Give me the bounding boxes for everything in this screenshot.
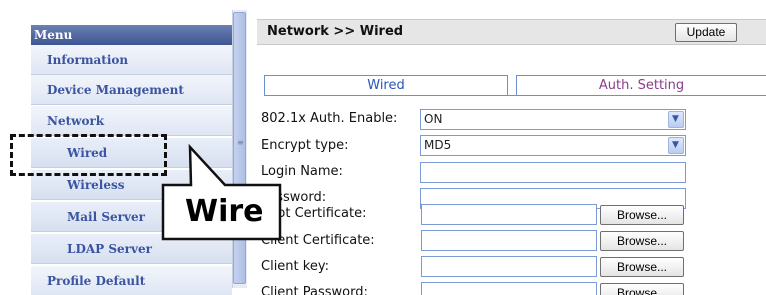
root-certificate-browse-button[interactable]: Browse...	[600, 205, 684, 225]
tab-bar: Wired Auth. Setting	[264, 75, 766, 95]
client-password-label: Client Password:	[261, 285, 368, 295]
update-button[interactable]: Update	[675, 23, 737, 42]
auth-enable-label: 802.1x Auth. Enable:	[261, 111, 398, 126]
encrypt-type-value: MD5	[424, 138, 452, 152]
encrypt-type-select[interactable]: MD5 ▼	[420, 135, 686, 156]
scroll-thumb[interactable]	[233, 12, 246, 284]
client-password-path[interactable]	[421, 282, 597, 295]
menu-item-network[interactable]: Network	[31, 106, 232, 136]
title-bar: Network >> Wired Update	[257, 19, 766, 45]
grip-icon: ≡	[237, 138, 244, 147]
root-certificate-path[interactable]	[421, 204, 597, 225]
menu-item-device-management[interactable]: Device Management	[31, 75, 232, 105]
client-certificate-browse-button[interactable]: Browse...	[600, 231, 684, 251]
encrypt-type-label: Encrypt type:	[261, 138, 349, 153]
client-certificate-path[interactable]	[421, 230, 597, 251]
auth-enable-select[interactable]: ON ▼	[420, 109, 686, 130]
client-password-browse-button[interactable]: Browse...	[600, 283, 684, 295]
client-key-path[interactable]	[421, 256, 597, 277]
chevron-down-icon[interactable]: ▼	[668, 137, 684, 154]
chevron-down-icon[interactable]: ▼	[668, 111, 684, 128]
auth-enable-value: ON	[424, 112, 443, 126]
menu-item-profile-default[interactable]: Profile Default	[31, 266, 232, 295]
tab-wired[interactable]: Wired	[264, 75, 508, 95]
callout-text: Wire	[185, 194, 264, 229]
page-title: Network >> Wired	[267, 24, 404, 39]
tab-auth-setting[interactable]: Auth. Setting	[516, 75, 766, 95]
left-menu: Menu Information Device Management Netwo…	[0, 0, 232, 295]
tab-divider	[264, 95, 766, 96]
menu-header: Menu	[31, 25, 232, 45]
client-key-label: Client key:	[261, 259, 329, 274]
login-name-label: Login Name:	[261, 164, 343, 179]
menu-item-wired[interactable]: Wired	[31, 138, 232, 168]
login-name-input[interactable]	[420, 162, 686, 183]
menu-item-information[interactable]: Information	[31, 45, 232, 75]
client-key-browse-button[interactable]: Browse...	[600, 257, 684, 277]
